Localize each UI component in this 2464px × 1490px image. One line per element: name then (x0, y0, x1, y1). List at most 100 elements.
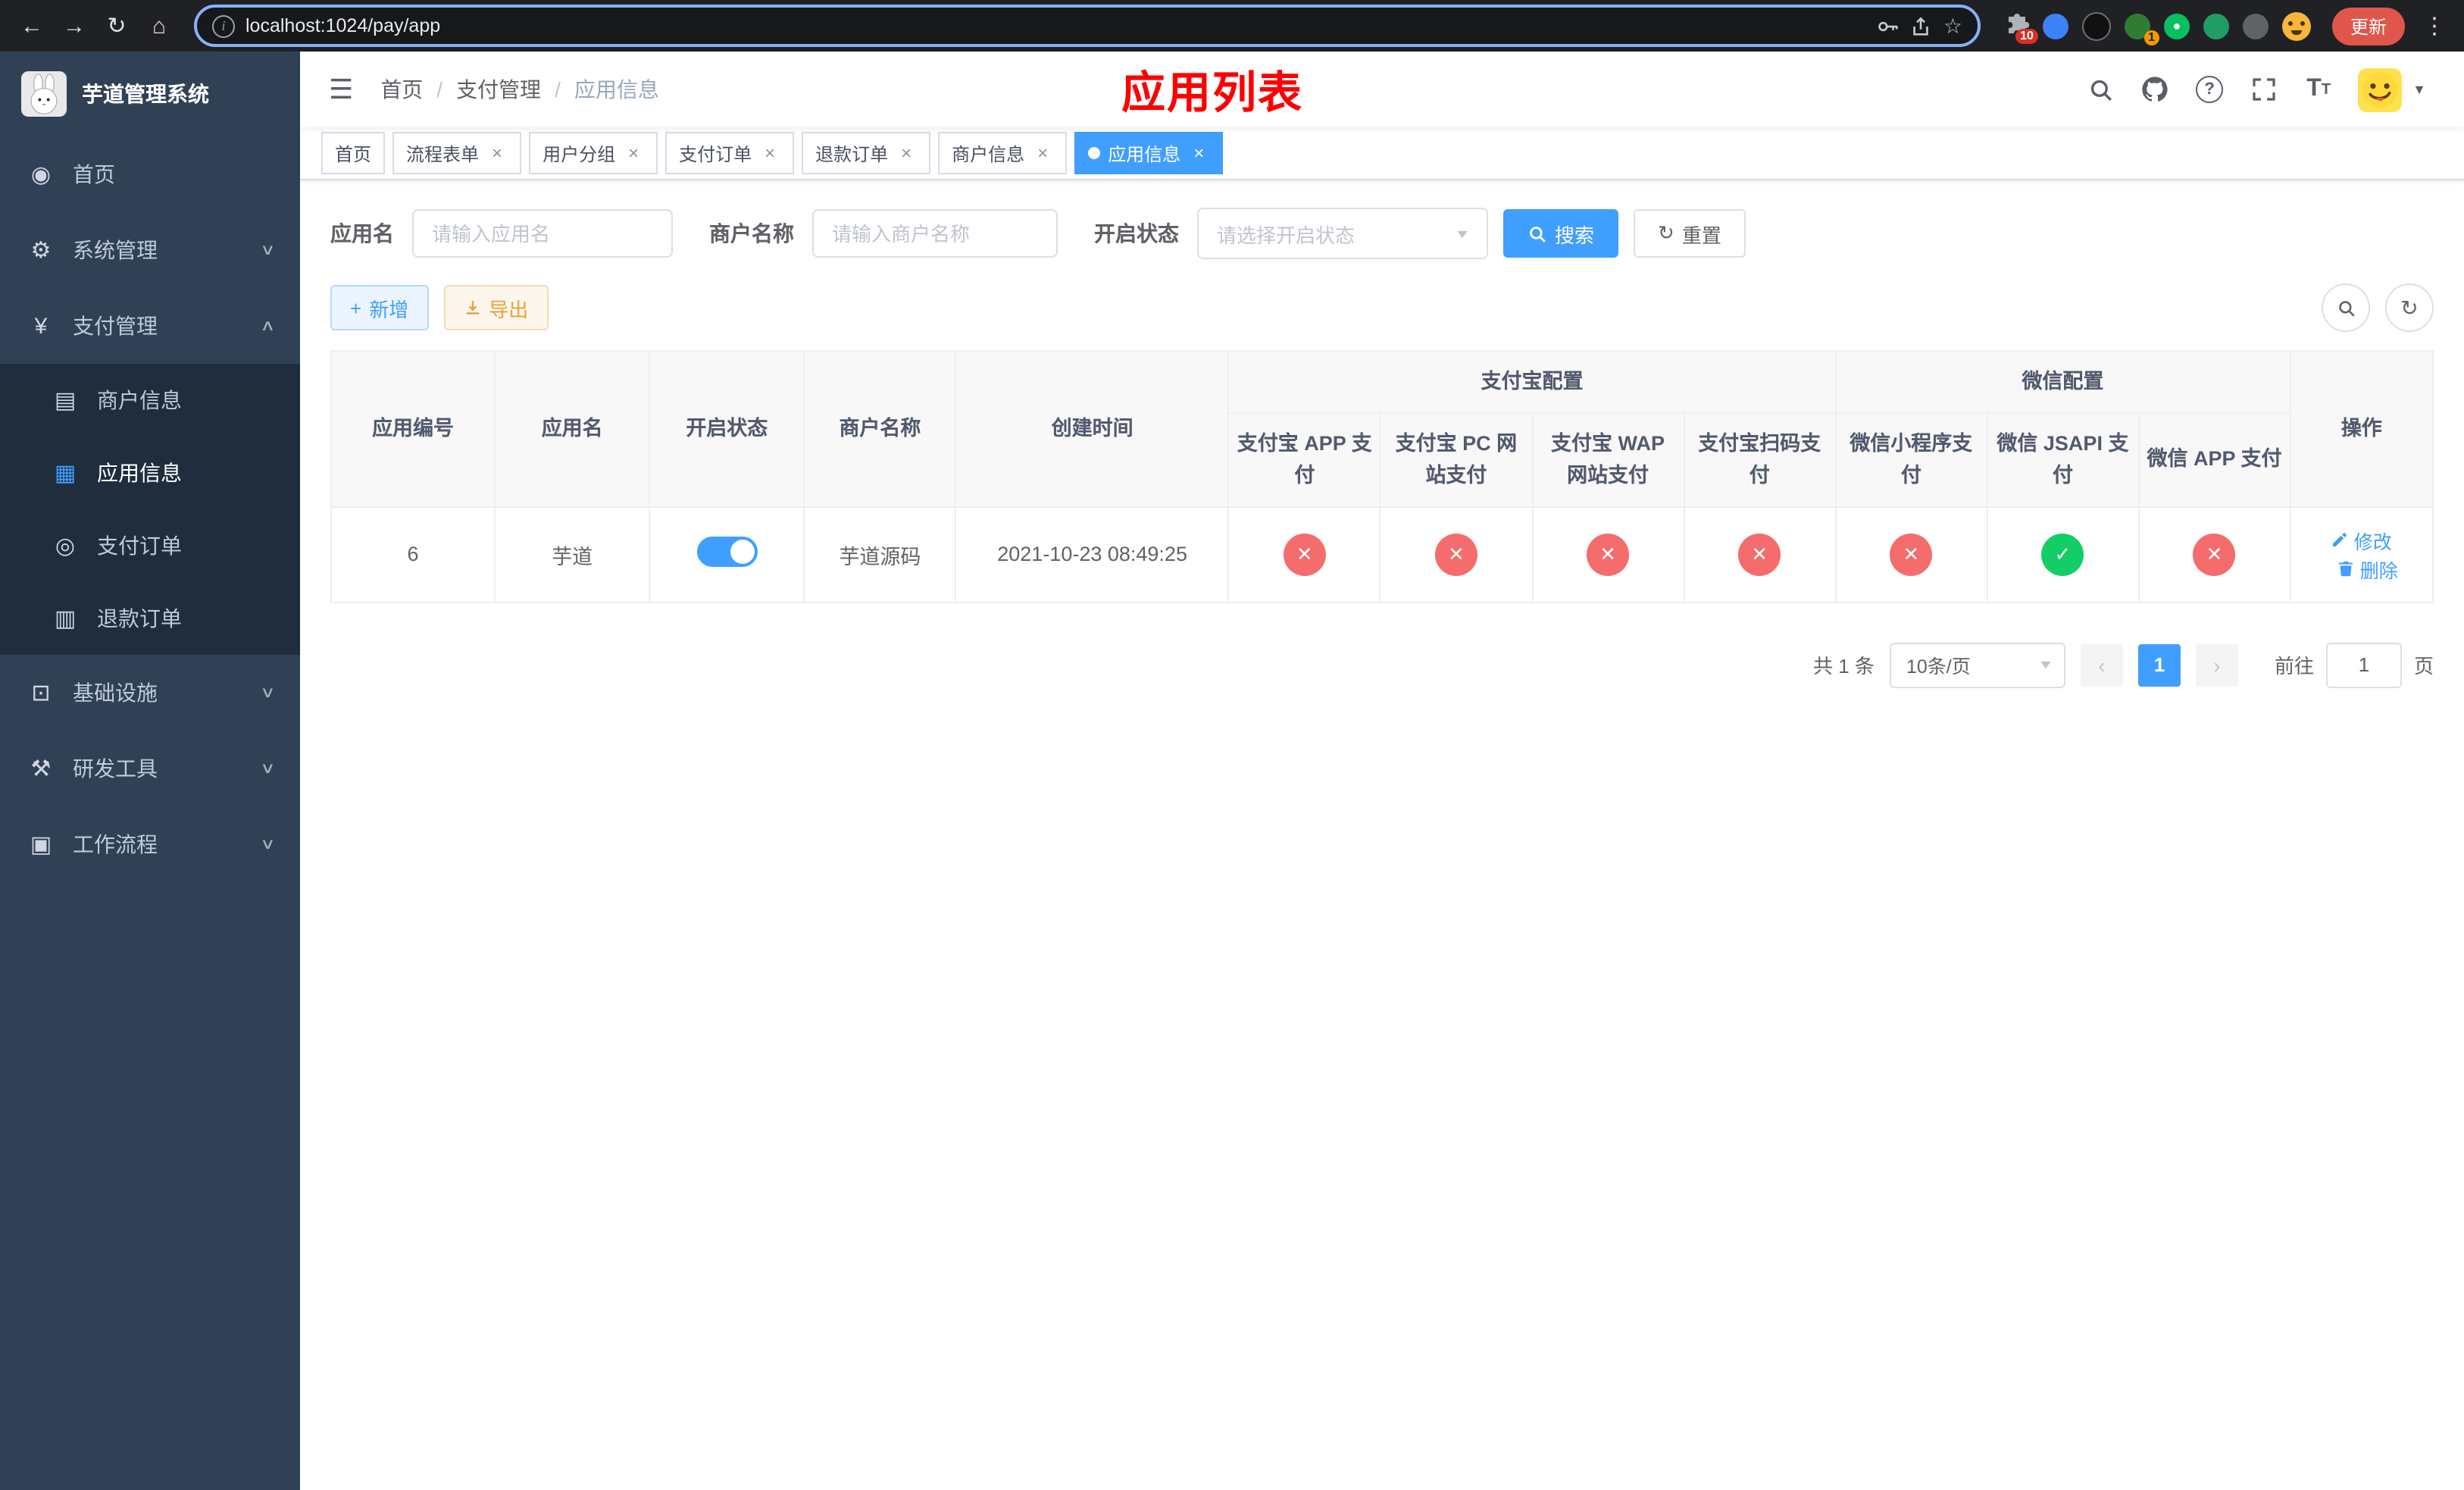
fullscreen-icon[interactable] (2240, 65, 2288, 114)
extension-icon[interactable] (2042, 13, 2068, 39)
status-select-placeholder: 请选择开启状态 (1217, 224, 1356, 246)
tab-close-icon[interactable]: × (1188, 142, 1209, 164)
dashboard-icon: ◉ (30, 162, 52, 188)
sidebar: 芋道管理系统 ◉ 首页 ⚙ 系统管理 ∨ ¥ 支付管理 ∧ ▤ 商户信息 ▦ 应… (0, 52, 300, 1490)
sidebar-item-label: 首页 (73, 162, 115, 186)
breadcrumb-separator: / (555, 77, 561, 102)
cell-alipay-app: ✕ (1227, 506, 1381, 603)
site-info-icon[interactable]: i (212, 14, 235, 37)
sidebar-item-dev-tools[interactable]: ⚒ 研发工具 ∨ (0, 731, 300, 806)
tab-pay-orders[interactable]: 支付订单 × (665, 132, 795, 174)
sidebar-item-refund-orders[interactable]: ▥ 退款订单 (0, 582, 300, 655)
toggle-search-button[interactable] (2322, 283, 2370, 332)
refresh-table-button[interactable]: ↻ (2385, 283, 2434, 332)
tab-close-icon[interactable]: × (1032, 142, 1053, 164)
status-toggle[interactable] (696, 537, 758, 568)
goto-label: 前往 (2274, 655, 2314, 678)
tab-home[interactable]: 首页 (321, 132, 386, 174)
extensions-puzzle-icon[interactable]: 10 (2005, 14, 2038, 44)
reset-button-label: 重置 (1681, 224, 1721, 246)
pagination-goto: 前往 页 (2274, 642, 2434, 688)
tab-close-icon[interactable]: × (623, 142, 644, 164)
breadcrumb-home[interactable]: 首页 (380, 74, 423, 105)
search-button[interactable]: 搜索 (1503, 209, 1619, 258)
address-bar[interactable]: i localhost:1024/pay/app ☆ (194, 5, 1981, 47)
sidebar-item-label: 基础设施 (73, 681, 158, 705)
extension-icon[interactable] (2203, 13, 2229, 39)
sidebar-item-infrastructure[interactable]: ⊡ 基础设施 ∨ (0, 655, 300, 731)
sidebar-item-system[interactable]: ⚙ 系统管理 ∨ (0, 212, 300, 288)
tab-label: 流程表单 (406, 143, 480, 164)
extension-icon[interactable] (2242, 13, 2269, 39)
browser-home-button[interactable]: ⌂ (139, 6, 179, 45)
font-size-icon[interactable]: TT (2294, 65, 2343, 114)
add-button[interactable]: + 新增 (330, 285, 429, 330)
sidebar-item-label: 系统管理 (73, 238, 158, 262)
tab-merchant-info[interactable]: 商户信息 × (938, 132, 1068, 174)
tab-process-form[interactable]: 流程表单 × (392, 132, 522, 174)
extension-icon[interactable]: 1 (2124, 13, 2159, 45)
tab-app-info[interactable]: 应用信息 × (1074, 132, 1224, 174)
extension-icon[interactable] (2081, 11, 2111, 40)
tags-view: 首页 流程表单 × 用户分组 × 支付订单 × 退款订单 × 商户信息 × 应用… (300, 127, 2464, 180)
alipay-pc-status-icon: ✕ (1434, 533, 1477, 576)
col-header-alipay-qr: 支付宝扫码支付 (1683, 412, 1837, 508)
tab-close-icon[interactable]: × (759, 142, 780, 164)
tools-icon: ⚒ (30, 756, 52, 782)
export-button[interactable]: 导出 (443, 285, 549, 330)
chevron-down-icon: ▼ (1453, 227, 1471, 240)
font-size-small-glyph: T (2321, 81, 2331, 98)
sidebar-item-label: 退款订单 (97, 606, 182, 631)
user-avatar[interactable] (2358, 67, 2403, 111)
edit-button[interactable]: 修改 (2331, 526, 2392, 555)
url-text[interactable]: localhost:1024/pay/app (245, 15, 440, 36)
merchant-name-input[interactable] (812, 209, 1058, 258)
wechat-mini-status-icon: ✕ (1890, 533, 1933, 576)
browser-reload-button[interactable]: ↻ (97, 6, 136, 45)
col-header-alipay-app: 支付宝 APP 支付 (1227, 412, 1381, 508)
browser-update-button[interactable]: 更新 (2331, 7, 2405, 45)
cell-app-name: 芋道 (494, 506, 651, 603)
app-name-input[interactable] (412, 209, 673, 258)
tab-close-icon[interactable]: × (486, 142, 508, 164)
browser-profile-avatar[interactable] (2281, 11, 2311, 40)
password-key-icon[interactable] (1877, 14, 1900, 37)
browser-back-button[interactable]: ← (12, 6, 52, 45)
share-icon[interactable] (1910, 14, 1933, 37)
cell-app-id: 6 (330, 506, 496, 603)
extension-icon[interactable]: ● (2163, 13, 2190, 39)
sidebar-item-home[interactable]: ◉ 首页 (0, 136, 300, 212)
sidebar-item-app-info[interactable]: ▦ 应用信息 (0, 437, 300, 509)
breadcrumb-payment[interactable]: 支付管理 (456, 74, 541, 105)
search-icon[interactable] (2076, 65, 2125, 114)
sidebar-item-pay-orders[interactable]: ◎ 支付订单 (0, 509, 300, 582)
sidebar-item-workflow[interactable]: ▣ 工作流程 ∨ (0, 806, 300, 882)
tab-refund-orders[interactable]: 退款订单 × (802, 132, 931, 174)
bookmark-star-icon[interactable]: ☆ (1943, 13, 1962, 39)
sidebar-logo[interactable]: 芋道管理系统 (0, 52, 300, 136)
prev-page-button[interactable]: ‹ (2080, 643, 2123, 687)
status-select[interactable]: 请选择开启状态 ▼ (1197, 208, 1488, 259)
col-header-app-id: 应用编号 (330, 350, 496, 508)
sidebar-item-payment[interactable]: ¥ 支付管理 ∧ (0, 288, 300, 364)
edit-button-label: 修改 (2353, 531, 2392, 553)
tab-close-icon[interactable]: × (896, 142, 917, 164)
page-size-select[interactable]: 10条/页 ▼ (1889, 642, 2065, 688)
help-icon[interactable]: ? (2185, 65, 2234, 114)
github-icon[interactable] (2131, 65, 2179, 114)
next-page-button[interactable]: › (2195, 643, 2238, 687)
app-title: 芋道管理系统 (82, 82, 209, 106)
cell-merchant: 芋道源码 (803, 506, 957, 603)
reset-button[interactable]: ↻ 重置 (1634, 209, 1746, 258)
user-caret-icon[interactable]: ▼ (2412, 82, 2426, 97)
document-icon: ▥ (54, 606, 77, 632)
delete-button[interactable]: 删除 (2337, 555, 2398, 584)
browser-menu-icon[interactable]: ⋮ (2417, 12, 2452, 39)
browser-forward-button[interactable]: → (55, 6, 94, 45)
goto-page-input[interactable] (2325, 642, 2402, 688)
hamburger-icon[interactable]: ☰ (323, 74, 359, 105)
page-number-1[interactable]: 1 (2137, 643, 2181, 687)
sidebar-item-merchant-info[interactable]: ▤ 商户信息 (0, 364, 300, 437)
tab-user-group[interactable]: 用户分组 × (529, 132, 658, 174)
extension-badge: 10 (2015, 29, 2038, 44)
